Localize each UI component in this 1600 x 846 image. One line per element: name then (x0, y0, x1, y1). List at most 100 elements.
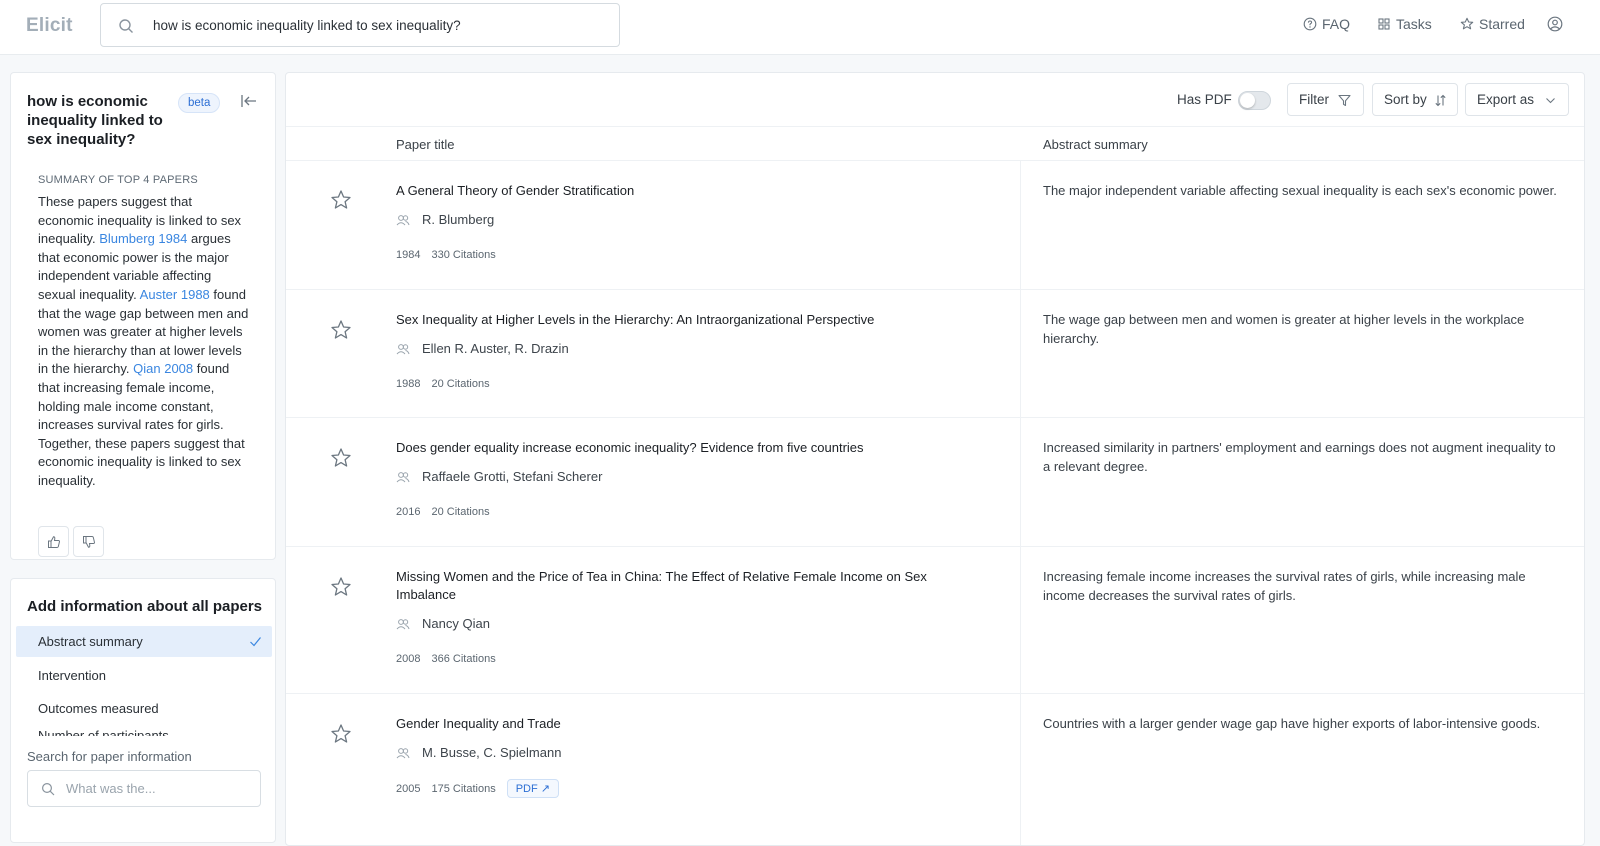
paper-citations: 20 Citations (431, 506, 490, 518)
star-icon (1460, 17, 1474, 30)
nav-faq-label: FAQ (1322, 16, 1351, 32)
column-option-number-of-participants[interactable]: Number of participants (16, 720, 272, 736)
thumbs-up-button[interactable] (38, 526, 69, 557)
export-label: Export as (1477, 92, 1535, 107)
filter-icon (1338, 94, 1351, 107)
question-title: how is economic inequality linked to sex… (27, 93, 163, 148)
paper-meta: 1988 20 Citations (396, 378, 490, 390)
paper-meta: 2016 20 Citations (396, 506, 490, 518)
search-icon (41, 782, 55, 796)
column-option-label: Abstract summary (38, 634, 143, 649)
paper-title[interactable]: Sex Inequality at Higher Levels in the H… (396, 311, 971, 329)
paper-meta: 1984 330 Citations (396, 249, 496, 261)
citation-link-qian[interactable]: Qian 2008 (133, 361, 193, 376)
users-icon (396, 471, 410, 482)
table-row[interactable]: Missing Women and the Price of Tea in Ch… (286, 547, 1584, 694)
paper-year: 2008 (396, 653, 421, 665)
table-row[interactable]: Does gender equality increase economic i… (286, 418, 1584, 547)
table-row[interactable]: Gender Inequality and Trade M. Busse, C.… (286, 694, 1584, 845)
nav-starred[interactable]: Starred (1460, 16, 1525, 32)
beta-badge: beta (178, 93, 221, 113)
users-icon (396, 214, 410, 225)
collapse-sidebar-icon[interactable] (240, 93, 258, 109)
paper-year: 1984 (396, 249, 421, 261)
nav-starred-label: Starred (1479, 16, 1525, 32)
pdf-badge[interactable]: PDF ↗ (506, 779, 559, 798)
users-icon (396, 343, 410, 354)
paper-citations: 366 Citations (431, 653, 496, 665)
abstract-summary: Increased similarity in partners' employ… (1043, 440, 1556, 474)
column-option-label: Intervention (38, 668, 106, 683)
add-info-panel: Add information about all papers Abstrac… (10, 578, 276, 843)
citation-link-blumberg[interactable]: Blumberg 1984 (99, 231, 187, 246)
table-header: Paper title Abstract summary (286, 126, 1584, 161)
authors-text: Raffaele Grotti, Stefani Scherer (422, 469, 603, 484)
help-circle-icon (1303, 17, 1317, 31)
paper-info-search-placeholder: What was the... (66, 781, 156, 796)
star-icon[interactable] (330, 576, 352, 598)
column-option-abstract-summary[interactable]: Abstract summary (16, 626, 272, 657)
sort-label: Sort by (1384, 92, 1427, 107)
paper-title[interactable]: Missing Women and the Price of Tea in Ch… (396, 568, 971, 604)
citation-link-auster[interactable]: Auster 1988 (140, 287, 210, 302)
app-logo[interactable]: Elicit (26, 15, 73, 37)
thumbs-down-icon (82, 535, 95, 548)
abstract-summary: Countries with a larger gender wage gap … (1043, 716, 1541, 731)
star-icon[interactable] (330, 447, 352, 469)
paper-title[interactable]: Gender Inequality and Trade (396, 715, 971, 733)
paper-title[interactable]: Does gender equality increase economic i… (396, 439, 971, 457)
profile-button[interactable] (1547, 16, 1563, 32)
search-bar[interactable]: how is economic inequality linked to sex… (100, 3, 620, 47)
column-option-label: Outcomes measured (38, 701, 159, 716)
abstract-summary: Increasing female income increases the s… (1043, 569, 1526, 603)
users-icon (396, 747, 410, 758)
chevron-down-icon (1546, 98, 1555, 104)
top-bar: Elicit how is economic inequality linked… (0, 0, 1600, 55)
authors-text: Nancy Qian (422, 616, 490, 631)
filter-label: Filter (1299, 92, 1329, 107)
thumbs-up-icon (47, 535, 60, 548)
table-row[interactable]: A General Theory of Gender Stratificatio… (286, 161, 1584, 290)
paper-info-search-label: Search for paper information (27, 749, 192, 764)
paper-authors: M. Busse, C. Spielmann (396, 745, 561, 760)
summary-panel: how is economic inequality linked to sex… (10, 72, 276, 560)
star-icon[interactable] (330, 723, 352, 745)
summary-heading: SUMMARY OF TOP 4 PAPERS (38, 174, 198, 186)
has-pdf-label: Has PDF (1177, 92, 1232, 107)
users-icon (396, 618, 410, 629)
abstract-summary: The major independent variable affecting… (1043, 183, 1557, 198)
column-header-paper-title[interactable]: Paper title (396, 137, 455, 152)
star-icon[interactable] (330, 189, 352, 211)
sort-button[interactable]: Sort by (1372, 83, 1458, 116)
filter-button[interactable]: Filter (1287, 83, 1364, 116)
nav-faq[interactable]: FAQ (1303, 16, 1350, 32)
abstract-summary: The wage gap between men and women is gr… (1043, 312, 1525, 346)
table-row[interactable]: Sex Inequality at Higher Levels in the H… (286, 290, 1584, 418)
paper-authors: R. Blumberg (396, 212, 494, 227)
grid-icon (1378, 18, 1390, 30)
paper-title[interactable]: A General Theory of Gender Stratificatio… (396, 182, 971, 200)
authors-text: Ellen R. Auster, R. Drazin (422, 341, 569, 356)
column-option-intervention[interactable]: Intervention (16, 660, 272, 691)
search-query[interactable]: how is economic inequality linked to sex… (153, 18, 461, 33)
nav-tasks[interactable]: Tasks (1377, 16, 1432, 32)
toggle-knob (1240, 93, 1255, 108)
sort-icon (1435, 94, 1446, 107)
paper-meta: 2008 366 Citations (396, 653, 496, 665)
has-pdf-toggle[interactable] (1238, 91, 1271, 110)
results-panel: Has PDF Filter Sort by Export as Paper t… (285, 72, 1585, 846)
summary-sentence: found that increasing female income, hol… (38, 361, 245, 488)
export-button[interactable]: Export as (1465, 83, 1569, 116)
paper-citations: 20 Citations (431, 378, 490, 390)
search-icon (119, 19, 133, 33)
check-icon (250, 637, 261, 647)
column-header-abstract-summary[interactable]: Abstract summary (1043, 137, 1148, 152)
star-icon[interactable] (330, 319, 352, 341)
paper-info-search-input[interactable]: What was the... (27, 770, 261, 807)
authors-text: M. Busse, C. Spielmann (422, 745, 562, 760)
summary-text: These papers suggest that economic inequ… (38, 193, 251, 491)
paper-authors: Nancy Qian (396, 616, 490, 631)
column-option-label: Number of participants (38, 728, 169, 736)
thumbs-down-button[interactable] (73, 526, 104, 557)
paper-year: 1988 (396, 378, 421, 390)
